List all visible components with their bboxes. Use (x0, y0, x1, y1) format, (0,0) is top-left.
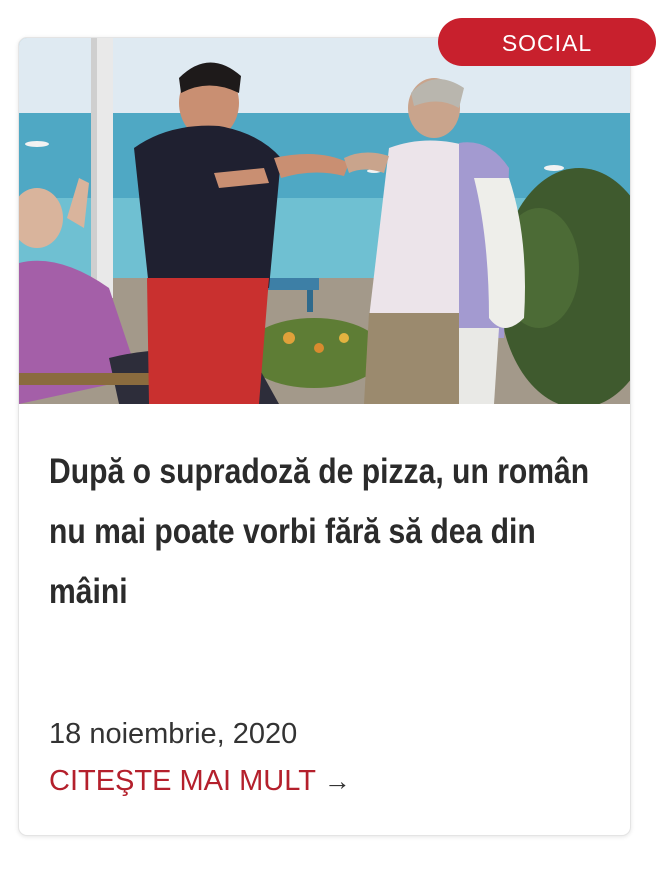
article-title[interactable]: După o supradoză de pizza, un român nu m… (49, 442, 599, 622)
category-badge[interactable]: SOCIAL (438, 18, 656, 66)
article-card[interactable]: După o supradoză de pizza, un român nu m… (18, 37, 631, 836)
article-photo[interactable] (19, 38, 630, 404)
read-more-label: CITEŞTE MAI MULT (49, 765, 316, 797)
read-more-link[interactable]: CITEŞTE MAI MULT → (49, 765, 351, 798)
arrow-right-icon: → (323, 766, 351, 796)
article-date: 18 noiembrie, 2020 (49, 718, 298, 750)
